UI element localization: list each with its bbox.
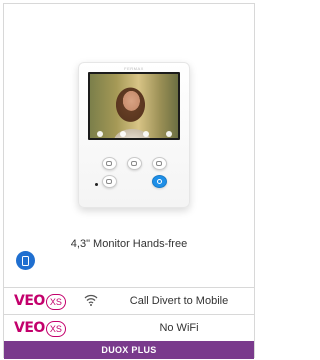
monitor-buttons-top (78, 157, 190, 170)
veo-xs-logo: VEO XS (14, 320, 66, 337)
screen-icon (119, 131, 126, 137)
veo-logo-word: VEO (14, 320, 45, 336)
monitor-led (95, 183, 98, 186)
feature-row-call-divert: VEO XS Call Divert to Mobile (4, 287, 254, 314)
monitor-button-key-icon (101, 157, 117, 170)
feature-label: Call Divert to Mobile (129, 295, 229, 307)
veo-logo-word: VEO (14, 293, 45, 309)
screen-icon (165, 131, 172, 137)
feature-label: No WiFi (159, 322, 199, 334)
monitor-screen (88, 72, 180, 140)
wifi-icon (84, 294, 98, 306)
monitor-button-bell-icon (126, 157, 142, 170)
monitor-image: FERMAX (78, 62, 190, 208)
monitor-brand: FERMAX (124, 66, 144, 71)
screen-icon (142, 131, 149, 137)
screen-photo (90, 74, 178, 138)
xs-logo-badge: XS (45, 293, 66, 310)
xs-logo-badge: XS (45, 320, 66, 337)
footer-system-label: DUOX PLUS (4, 341, 254, 359)
screen-icon (96, 131, 103, 137)
monitor-button-camera-icon (151, 157, 167, 170)
monitor-button-call-icon (151, 175, 167, 188)
product-card[interactable]: FERMAX 4,3" Monitor Hands-free VEO XS Ca… (3, 3, 255, 359)
monitor-button-menu-icon (101, 175, 117, 188)
monitor-buttons-bottom (78, 175, 190, 188)
veo-xs-logo: VEO XS (14, 293, 66, 310)
screen-icons (88, 131, 180, 137)
smartphone-icon (16, 251, 35, 270)
feature-row-no-wifi: VEO XS No WiFi (4, 314, 254, 341)
product-caption: 4,3" Monitor Hands-free (70, 238, 188, 250)
